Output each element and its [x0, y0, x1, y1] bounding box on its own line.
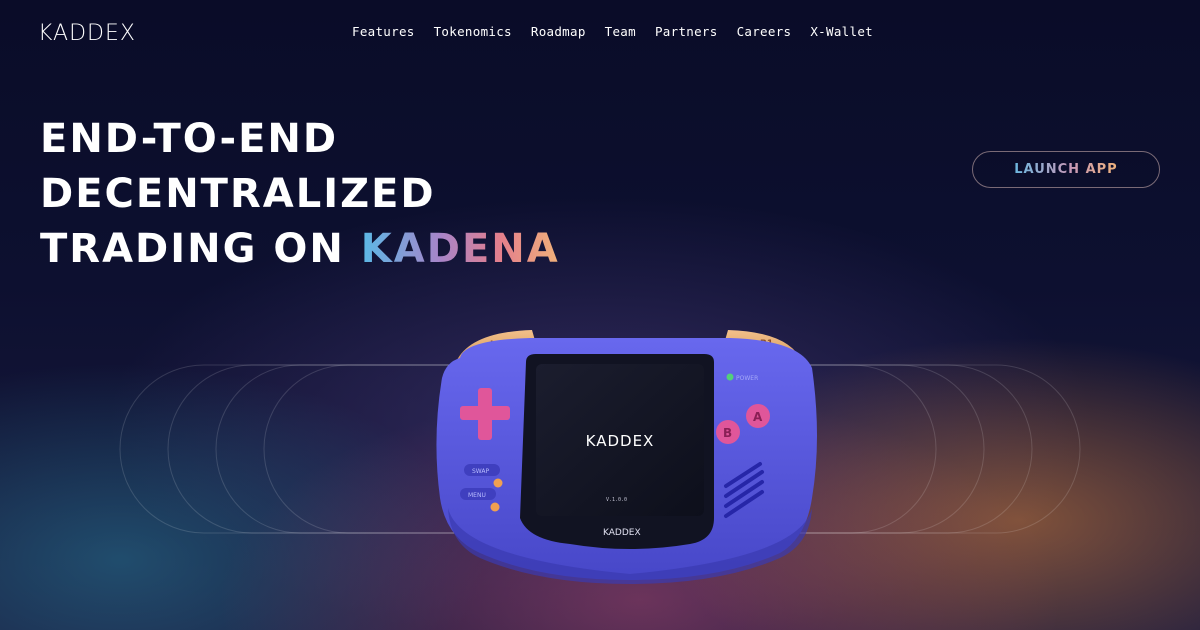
page: KADDEX Features Tokenomics Roadmap Team … — [0, 0, 1200, 630]
kaddex-logo[interactable]: KADDEX — [38, 21, 136, 46]
swap-label: SWAP — [472, 468, 490, 475]
logo-text: KADDEX — [38, 21, 136, 46]
nav-partners[interactable]: Partners — [655, 24, 718, 39]
menu-label: MENU — [468, 492, 486, 499]
kaddex-console-illustration: L1 R1 KADDEX V.1.0.0 KADDEX POWER A B SW… — [436, 330, 817, 584]
nav-roadmap[interactable]: Roadmap — [531, 24, 586, 39]
screen-version-text: V.1.0.0 — [606, 497, 627, 503]
nav-features[interactable]: Features — [352, 24, 415, 39]
screen-kaddex-logo: KADDEX — [586, 432, 655, 450]
b-button-label: B — [723, 426, 732, 440]
menu-indicator — [490, 502, 500, 512]
hero-line-1: END-TO-END — [40, 116, 339, 162]
nav-tokenomics[interactable]: Tokenomics — [434, 24, 512, 39]
power-led — [726, 373, 734, 381]
launch-app-label: LAUNCH APP — [1014, 162, 1118, 177]
hero-line-3: TRADING ON KADENA — [40, 222, 560, 277]
hero-heading: END-TO-END DECENTRALIZED TRADING ON KADE… — [40, 112, 560, 277]
nav-x-wallet[interactable]: X-Wallet — [810, 24, 873, 39]
hero-line-2: DECENTRALIZED — [40, 171, 436, 217]
a-button-label: A — [753, 410, 763, 424]
swap-indicator — [493, 478, 503, 488]
bezel-kaddex-logo: KADDEX — [603, 528, 641, 538]
launch-app-button[interactable]: LAUNCH APP — [972, 151, 1160, 188]
hero-line-3-prefix: TRADING ON — [40, 226, 345, 272]
hero-highlight-kadena: KADENA — [360, 226, 560, 272]
nav-team[interactable]: Team — [605, 24, 636, 39]
nav-careers[interactable]: Careers — [737, 24, 792, 39]
power-label: POWER — [736, 375, 758, 382]
main-nav: Features Tokenomics Roadmap Team Partner… — [352, 24, 873, 39]
